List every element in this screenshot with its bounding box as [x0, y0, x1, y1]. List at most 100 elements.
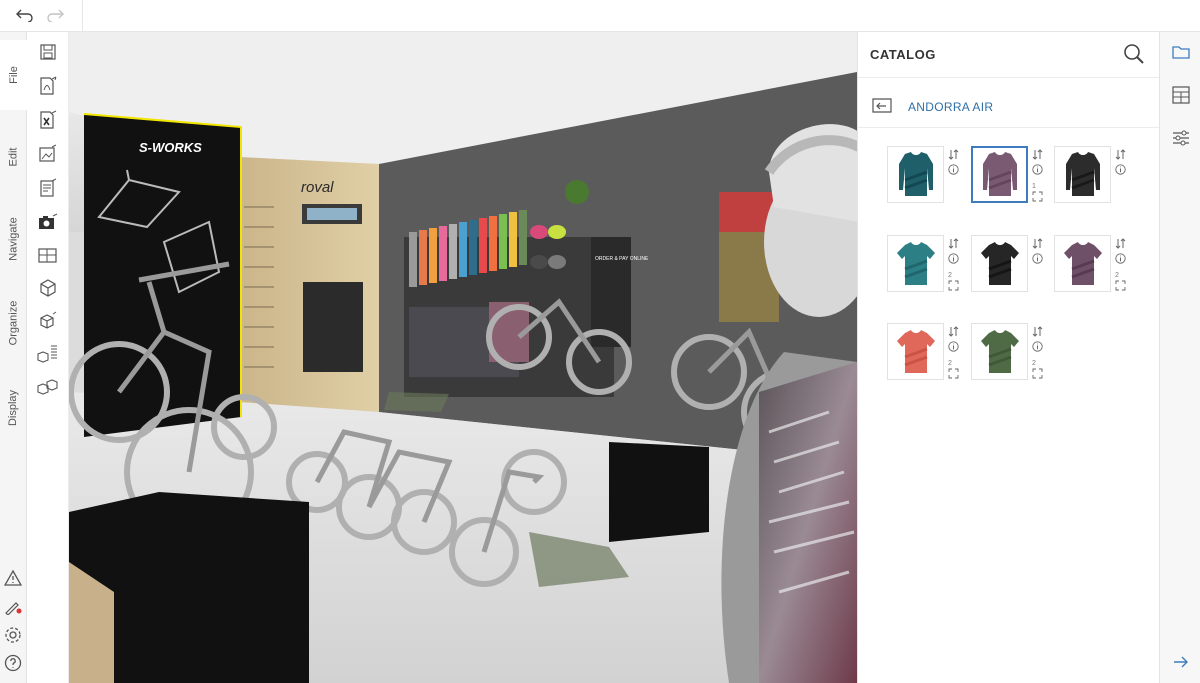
catalog-search-button[interactable]	[1122, 42, 1146, 66]
3d-viewport[interactable]: roval ORDER & PAY ONLINE S-WORKS	[69, 32, 857, 683]
catalog-rail-button[interactable]	[1169, 40, 1193, 64]
swap-button[interactable]	[947, 237, 959, 249]
placements-button[interactable]	[1031, 367, 1043, 379]
redo-icon	[47, 9, 64, 22]
settings-button[interactable]	[2, 624, 24, 646]
save-button[interactable]	[36, 40, 60, 64]
catalog-item[interactable]: 1	[971, 146, 1059, 206]
info-button[interactable]	[1031, 252, 1043, 264]
swap-button[interactable]	[1114, 148, 1126, 160]
info-button[interactable]	[947, 163, 959, 175]
catalog-item[interactable]: 2	[971, 323, 1059, 383]
catalog-item[interactable]: 2	[887, 235, 975, 295]
order-online-sign: ORDER & PAY ONLINE	[595, 256, 649, 262]
catalog-item[interactable]: 2	[887, 323, 975, 383]
placements-button[interactable]	[1031, 190, 1043, 202]
undo-icon	[16, 9, 33, 22]
collapse-panel-button[interactable]	[1169, 650, 1193, 674]
info-button[interactable]	[947, 340, 959, 352]
swap-button[interactable]	[1031, 325, 1043, 337]
search-icon	[1124, 44, 1144, 64]
tab-navigate[interactable]: Navigate	[0, 204, 27, 274]
catalog-item[interactable]	[1054, 146, 1142, 206]
folder-back-button[interactable]	[871, 96, 893, 116]
filters-rail-button[interactable]	[1169, 126, 1193, 150]
info-button[interactable]	[947, 252, 959, 264]
placements-button[interactable]	[947, 279, 959, 291]
product-thumbnail[interactable]	[971, 146, 1028, 203]
catalog-item[interactable]: 2	[1054, 235, 1142, 295]
info-button[interactable]	[1114, 252, 1126, 264]
tab-display[interactable]: Display	[0, 373, 27, 443]
screenshot-button[interactable]	[36, 210, 60, 234]
catalog-header: CATALOG	[858, 32, 1160, 78]
warning-button[interactable]	[2, 567, 24, 589]
toolbar-divider	[82, 0, 83, 32]
catalog-item[interactable]	[971, 235, 1059, 295]
swap-icon	[1032, 148, 1042, 160]
multi-cube-button[interactable]	[36, 374, 60, 398]
product-thumbnail[interactable]	[1054, 146, 1111, 203]
swap-button[interactable]	[1114, 237, 1126, 249]
product-thumbnail[interactable]	[971, 235, 1028, 292]
info-button[interactable]	[1031, 163, 1043, 175]
swap-icon	[1032, 325, 1042, 337]
swap-button[interactable]	[947, 148, 959, 160]
catalog-title: CATALOG	[870, 47, 936, 62]
info-icon	[1031, 163, 1043, 175]
floppy-disk-icon	[40, 44, 56, 60]
product-thumbnail[interactable]	[887, 235, 944, 292]
catalog-folder-row[interactable]: ANDORRA AIR	[858, 88, 1160, 128]
planogram-rail-button[interactable]	[1169, 83, 1193, 107]
tab-edit[interactable]: Edit	[0, 122, 27, 192]
product-thumbnail[interactable]	[971, 323, 1028, 380]
swap-icon	[948, 148, 958, 160]
s-works-logo: S-WORKS	[139, 140, 202, 155]
info-icon	[947, 163, 959, 175]
undo-button[interactable]	[12, 4, 36, 26]
cube-list-icon	[37, 345, 57, 363]
floor-plan-button[interactable]	[36, 243, 60, 267]
info-button[interactable]	[1114, 163, 1126, 175]
help-button[interactable]	[2, 652, 24, 674]
swap-button[interactable]	[947, 325, 959, 337]
swap-button[interactable]	[1031, 148, 1043, 160]
swap-button[interactable]	[1031, 237, 1043, 249]
info-button[interactable]	[1031, 340, 1043, 352]
sliders-icon	[1173, 130, 1189, 146]
floor-plan-icon	[38, 248, 57, 263]
placement-count: 2	[948, 360, 952, 367]
redo-button[interactable]	[44, 4, 68, 26]
tab-file[interactable]: File	[0, 40, 27, 110]
export-excel-button[interactable]	[36, 108, 60, 132]
info-icon	[947, 252, 959, 264]
app-window: File Edit Navigate Organize Display rova…	[0, 0, 1200, 683]
product-thumbnail[interactable]	[887, 323, 944, 380]
tab-organize[interactable]: Organize	[0, 288, 27, 358]
catalog-item[interactable]	[887, 146, 975, 206]
planogram-icon	[1172, 86, 1190, 104]
jersey-image	[980, 329, 1019, 373]
tab-label: File	[7, 66, 20, 84]
3d-export-button[interactable]	[36, 309, 60, 333]
cube-icon	[40, 279, 56, 297]
export-image-button[interactable]	[36, 142, 60, 166]
info-icon	[1114, 163, 1126, 175]
product-thumbnail[interactable]	[887, 146, 944, 203]
placements-button[interactable]	[947, 367, 959, 379]
3d-box-button[interactable]	[36, 276, 60, 300]
placements-button[interactable]	[1114, 279, 1126, 291]
expand-icon	[948, 368, 958, 378]
expand-icon	[948, 280, 958, 290]
jersey-image	[1065, 151, 1100, 196]
export-document-button[interactable]	[36, 176, 60, 200]
product-thumbnail[interactable]	[1054, 235, 1111, 292]
cube-list-button[interactable]	[36, 342, 60, 366]
placement-count: 2	[1115, 272, 1119, 279]
menu-tabs: File Edit Navigate Organize Display	[0, 32, 27, 683]
expand-icon	[1032, 368, 1042, 378]
jersey-image	[1063, 241, 1102, 285]
export-pdf-button[interactable]	[36, 74, 60, 98]
info-icon	[1031, 340, 1043, 352]
report-button[interactable]	[2, 596, 24, 618]
